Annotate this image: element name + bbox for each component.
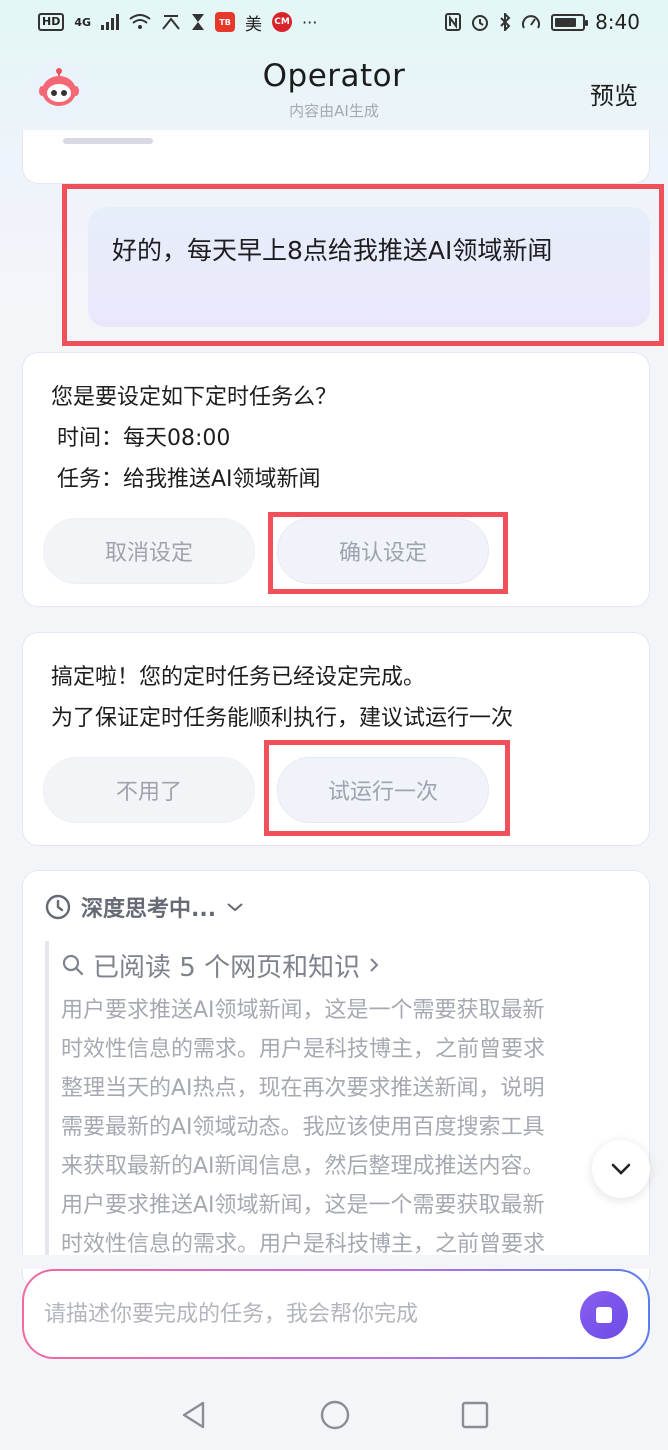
stop-button[interactable] (580, 1291, 628, 1339)
thinking-line: 用户要求推送AI领域新闻，这是一个需要获取最新 (61, 1193, 545, 1218)
confirm-setting-button[interactable]: 确认设定 (277, 518, 489, 584)
more-notifications-icon: ··· (302, 12, 318, 32)
read-sources-summary: 已阅读 5 个网页和知识 (93, 952, 361, 983)
clock-icon (45, 894, 71, 920)
do-not-disturb-icon (162, 15, 180, 30)
truncated-content (63, 138, 153, 144)
thinking-paragraph: 用户要求推送AI领域新闻，这是一个需要获取最新 时效性信息的需求。用户是科技博主… (61, 991, 631, 1264)
task-input[interactable] (44, 1293, 564, 1335)
task-input-container (24, 1271, 648, 1357)
home-icon[interactable] (319, 1399, 351, 1431)
confirm-question: 您是要设定如下定时任务么？ (51, 385, 338, 410)
battery-icon (551, 13, 589, 31)
nfc-icon (445, 13, 462, 31)
system-nav-bar (0, 1380, 668, 1450)
alarm-icon (472, 15, 489, 31)
thinking-line: 整理当天的AI热点，现在再次要求推送新闻，说明 (61, 1076, 545, 1101)
trial-suggestion: 为了保证定时任务能顺利执行，建议试运行一次 (51, 706, 514, 731)
task-time: 时间：每天08:00 (57, 426, 231, 451)
wifi-icon (129, 14, 151, 29)
clock: 8:40 (595, 10, 640, 34)
speed-icon (522, 15, 541, 29)
input-area-background (0, 1255, 668, 1269)
recent-apps-icon[interactable] (461, 1401, 489, 1429)
page-title: Operator (262, 58, 406, 94)
trial-run-button[interactable]: 试运行一次 (277, 757, 489, 823)
thinking-line: 用户要求推送AI领域新闻，这是一个需要获取最新 (61, 998, 545, 1023)
preview-button[interactable]: 预览 (590, 76, 638, 111)
user-message-bubble: 好的，每天早上8点给我推送AI领域新闻 (88, 207, 650, 327)
back-icon[interactable] (179, 1400, 209, 1430)
scroll-to-bottom-button[interactable] (592, 1140, 650, 1198)
task-done-card: 搞定啦！您的定时任务已经设定完成。 为了保证定时任务能顺利执行，建议试运行一次 … (22, 632, 650, 846)
cancel-setting-button[interactable]: 取消设定 (43, 518, 255, 584)
ai-generated-note: 内容由AI生成 (289, 102, 379, 120)
search-icon (62, 954, 84, 976)
thinking-line: 来获取最新的AI新闻信息，然后整理成推送内容。 (61, 1154, 545, 1179)
meituan-app-icon: 美 (245, 14, 263, 35)
previous-message-card (22, 130, 650, 184)
thinking-card: 深度思考中... 已阅读 5 个网页和知识 用户要求推送AI领域新闻，这是一个需… (22, 870, 650, 1290)
chevron-right-icon (370, 958, 379, 972)
chevron-down-icon (227, 903, 243, 912)
thinking-content: 已阅读 5 个网页和知识 用户要求推送AI领域新闻，这是一个需要获取最新 时效性… (45, 941, 631, 1264)
status-bar: HD 4G TB 美 CM ··· 8:40 (0, 0, 668, 44)
app-screen: HD 4G TB 美 CM ··· 8:40 Operator 内容由AI生成 … (0, 0, 668, 1450)
signal-icon (101, 14, 120, 30)
shopping-app-icon: TB (215, 12, 236, 32)
thinking-toggle[interactable]: 深度思考中... (45, 891, 244, 923)
no-thanks-button[interactable]: 不用了 (43, 757, 255, 823)
thinking-line: 需要最新的AI领域动态。我应该使用百度搜索工具 (61, 1115, 545, 1140)
task-description: 任务：给我推送AI领域新闻 (57, 467, 321, 492)
bluetooth-icon (500, 13, 511, 31)
thinking-line: 时效性信息的需求。用户是科技博主，之前曾要求 (61, 1037, 546, 1062)
bank-app-icon: CM (272, 12, 293, 32)
hourglass-icon (192, 14, 205, 30)
app-header: Operator 内容由AI生成 预览 (0, 52, 668, 132)
thinking-status: 深度思考中... (81, 897, 217, 922)
read-sources-link[interactable]: 已阅读 5 个网页和知识 (61, 941, 631, 989)
network-label: 4G (74, 15, 92, 29)
stop-icon (596, 1307, 612, 1323)
confirm-task-card: 您是要设定如下定时任务么？ 时间：每天08:00 任务：给我推送AI领域新闻 取… (22, 352, 650, 607)
done-message: 搞定啦！您的定时任务已经设定完成。 (51, 665, 426, 690)
hd-badge: HD (38, 13, 65, 31)
task-input-bar (22, 1269, 650, 1359)
chevron-down-icon (611, 1163, 631, 1175)
